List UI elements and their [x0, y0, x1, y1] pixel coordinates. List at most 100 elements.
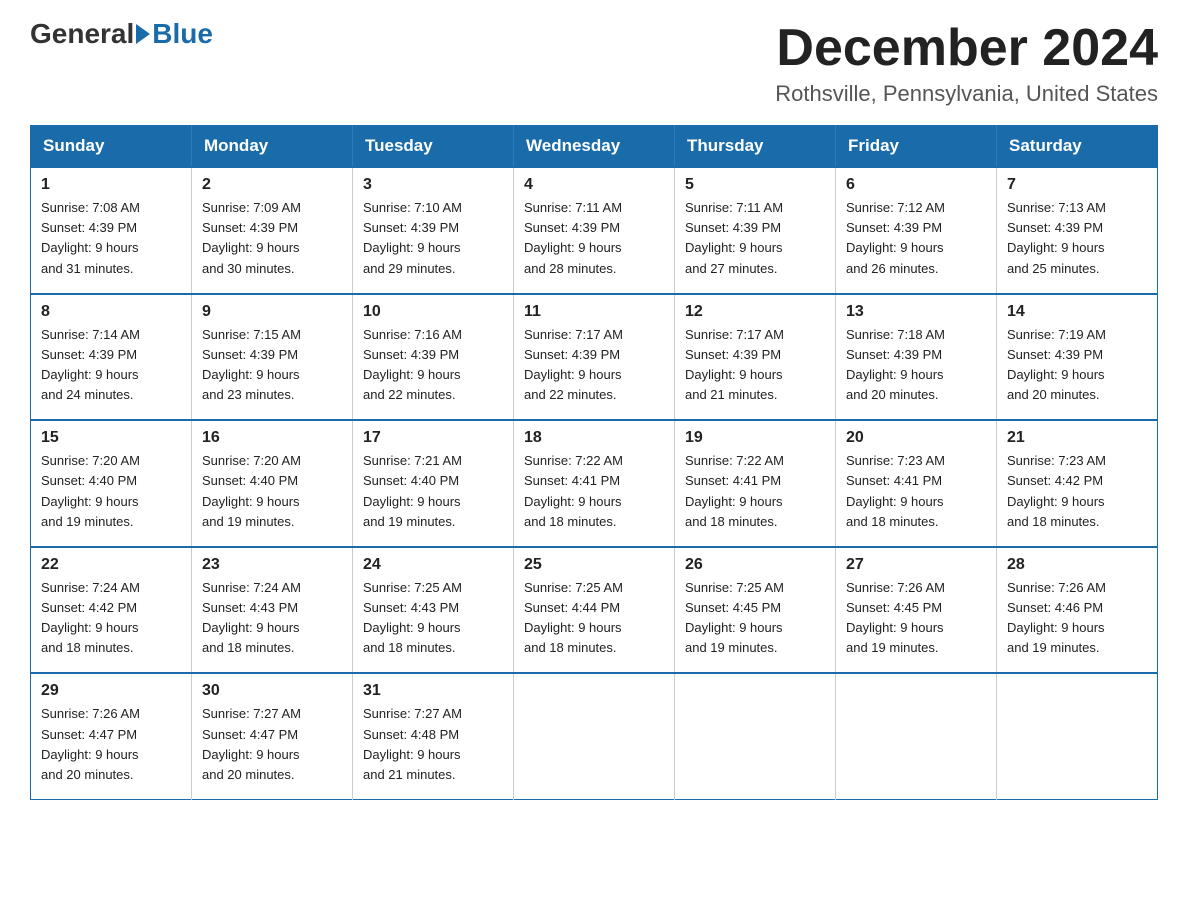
day-number: 20 — [846, 429, 986, 447]
calendar-day-cell: 4 Sunrise: 7:11 AMSunset: 4:39 PMDayligh… — [514, 167, 675, 294]
day-number: 19 — [685, 429, 825, 447]
calendar-week-row: 8 Sunrise: 7:14 AMSunset: 4:39 PMDayligh… — [31, 294, 1158, 421]
day-number: 21 — [1007, 429, 1147, 447]
day-number: 31 — [363, 682, 503, 700]
day-info: Sunrise: 7:25 AMSunset: 4:44 PMDaylight:… — [524, 578, 664, 659]
calendar-day-cell: 26 Sunrise: 7:25 AMSunset: 4:45 PMDaylig… — [675, 547, 836, 674]
day-info: Sunrise: 7:11 AMSunset: 4:39 PMDaylight:… — [685, 198, 825, 279]
day-info: Sunrise: 7:13 AMSunset: 4:39 PMDaylight:… — [1007, 198, 1147, 279]
calendar-day-cell: 28 Sunrise: 7:26 AMSunset: 4:46 PMDaylig… — [997, 547, 1158, 674]
day-info: Sunrise: 7:27 AMSunset: 4:47 PMDaylight:… — [202, 704, 342, 785]
day-number: 18 — [524, 429, 664, 447]
day-number: 22 — [41, 556, 181, 574]
day-number: 1 — [41, 176, 181, 194]
calendar-day-cell: 30 Sunrise: 7:27 AMSunset: 4:47 PMDaylig… — [192, 673, 353, 799]
logo-blue-text: Blue — [152, 20, 213, 48]
day-number: 14 — [1007, 303, 1147, 321]
calendar-day-cell: 3 Sunrise: 7:10 AMSunset: 4:39 PMDayligh… — [353, 167, 514, 294]
calendar-day-cell: 11 Sunrise: 7:17 AMSunset: 4:39 PMDaylig… — [514, 294, 675, 421]
day-number: 27 — [846, 556, 986, 574]
day-info: Sunrise: 7:08 AMSunset: 4:39 PMDaylight:… — [41, 198, 181, 279]
day-info: Sunrise: 7:24 AMSunset: 4:42 PMDaylight:… — [41, 578, 181, 659]
day-info: Sunrise: 7:12 AMSunset: 4:39 PMDaylight:… — [846, 198, 986, 279]
day-number: 7 — [1007, 176, 1147, 194]
calendar-day-cell: 31 Sunrise: 7:27 AMSunset: 4:48 PMDaylig… — [353, 673, 514, 799]
calendar-day-cell: 27 Sunrise: 7:26 AMSunset: 4:45 PMDaylig… — [836, 547, 997, 674]
day-number: 24 — [363, 556, 503, 574]
day-info: Sunrise: 7:22 AMSunset: 4:41 PMDaylight:… — [685, 451, 825, 532]
day-info: Sunrise: 7:22 AMSunset: 4:41 PMDaylight:… — [524, 451, 664, 532]
day-number: 3 — [363, 176, 503, 194]
calendar-week-row: 22 Sunrise: 7:24 AMSunset: 4:42 PMDaylig… — [31, 547, 1158, 674]
calendar-week-row: 29 Sunrise: 7:26 AMSunset: 4:47 PMDaylig… — [31, 673, 1158, 799]
calendar-day-cell: 13 Sunrise: 7:18 AMSunset: 4:39 PMDaylig… — [836, 294, 997, 421]
day-number: 10 — [363, 303, 503, 321]
logo-general-text: General — [30, 20, 134, 48]
calendar-day-cell: 14 Sunrise: 7:19 AMSunset: 4:39 PMDaylig… — [997, 294, 1158, 421]
day-number: 9 — [202, 303, 342, 321]
weekday-header-thursday: Thursday — [675, 126, 836, 168]
calendar-day-cell: 7 Sunrise: 7:13 AMSunset: 4:39 PMDayligh… — [997, 167, 1158, 294]
logo-arrow-icon — [136, 24, 150, 44]
page-header: General Blue December 2024 Rothsville, P… — [30, 20, 1158, 107]
day-number: 8 — [41, 303, 181, 321]
day-number: 6 — [846, 176, 986, 194]
calendar-week-row: 15 Sunrise: 7:20 AMSunset: 4:40 PMDaylig… — [31, 420, 1158, 547]
calendar-day-cell — [836, 673, 997, 799]
calendar-day-cell: 22 Sunrise: 7:24 AMSunset: 4:42 PMDaylig… — [31, 547, 192, 674]
day-number: 25 — [524, 556, 664, 574]
day-number: 4 — [524, 176, 664, 194]
calendar-day-cell: 10 Sunrise: 7:16 AMSunset: 4:39 PMDaylig… — [353, 294, 514, 421]
weekday-header-saturday: Saturday — [997, 126, 1158, 168]
calendar-day-cell: 19 Sunrise: 7:22 AMSunset: 4:41 PMDaylig… — [675, 420, 836, 547]
day-info: Sunrise: 7:23 AMSunset: 4:41 PMDaylight:… — [846, 451, 986, 532]
weekday-header-wednesday: Wednesday — [514, 126, 675, 168]
day-number: 5 — [685, 176, 825, 194]
day-info: Sunrise: 7:15 AMSunset: 4:39 PMDaylight:… — [202, 325, 342, 406]
day-number: 26 — [685, 556, 825, 574]
day-info: Sunrise: 7:19 AMSunset: 4:39 PMDaylight:… — [1007, 325, 1147, 406]
calendar-day-cell — [675, 673, 836, 799]
day-info: Sunrise: 7:26 AMSunset: 4:47 PMDaylight:… — [41, 704, 181, 785]
day-info: Sunrise: 7:20 AMSunset: 4:40 PMDaylight:… — [41, 451, 181, 532]
calendar-week-row: 1 Sunrise: 7:08 AMSunset: 4:39 PMDayligh… — [31, 167, 1158, 294]
logo: General Blue — [30, 20, 213, 48]
location-title: Rothsville, Pennsylvania, United States — [775, 81, 1158, 107]
day-info: Sunrise: 7:10 AMSunset: 4:39 PMDaylight:… — [363, 198, 503, 279]
calendar-day-cell: 17 Sunrise: 7:21 AMSunset: 4:40 PMDaylig… — [353, 420, 514, 547]
calendar-day-cell: 2 Sunrise: 7:09 AMSunset: 4:39 PMDayligh… — [192, 167, 353, 294]
day-number: 13 — [846, 303, 986, 321]
calendar-day-cell: 18 Sunrise: 7:22 AMSunset: 4:41 PMDaylig… — [514, 420, 675, 547]
day-info: Sunrise: 7:26 AMSunset: 4:45 PMDaylight:… — [846, 578, 986, 659]
day-number: 15 — [41, 429, 181, 447]
day-info: Sunrise: 7:17 AMSunset: 4:39 PMDaylight:… — [685, 325, 825, 406]
day-number: 29 — [41, 682, 181, 700]
calendar-day-cell: 24 Sunrise: 7:25 AMSunset: 4:43 PMDaylig… — [353, 547, 514, 674]
calendar-day-cell: 6 Sunrise: 7:12 AMSunset: 4:39 PMDayligh… — [836, 167, 997, 294]
calendar-day-cell: 23 Sunrise: 7:24 AMSunset: 4:43 PMDaylig… — [192, 547, 353, 674]
day-info: Sunrise: 7:26 AMSunset: 4:46 PMDaylight:… — [1007, 578, 1147, 659]
day-info: Sunrise: 7:17 AMSunset: 4:39 PMDaylight:… — [524, 325, 664, 406]
title-area: December 2024 Rothsville, Pennsylvania, … — [775, 20, 1158, 107]
calendar-day-cell: 12 Sunrise: 7:17 AMSunset: 4:39 PMDaylig… — [675, 294, 836, 421]
day-info: Sunrise: 7:14 AMSunset: 4:39 PMDaylight:… — [41, 325, 181, 406]
calendar-table: SundayMondayTuesdayWednesdayThursdayFrid… — [30, 125, 1158, 800]
day-info: Sunrise: 7:24 AMSunset: 4:43 PMDaylight:… — [202, 578, 342, 659]
day-info: Sunrise: 7:25 AMSunset: 4:43 PMDaylight:… — [363, 578, 503, 659]
day-info: Sunrise: 7:09 AMSunset: 4:39 PMDaylight:… — [202, 198, 342, 279]
calendar-day-cell: 21 Sunrise: 7:23 AMSunset: 4:42 PMDaylig… — [997, 420, 1158, 547]
day-info: Sunrise: 7:23 AMSunset: 4:42 PMDaylight:… — [1007, 451, 1147, 532]
weekday-header-tuesday: Tuesday — [353, 126, 514, 168]
day-info: Sunrise: 7:20 AMSunset: 4:40 PMDaylight:… — [202, 451, 342, 532]
weekday-header-sunday: Sunday — [31, 126, 192, 168]
day-info: Sunrise: 7:16 AMSunset: 4:39 PMDaylight:… — [363, 325, 503, 406]
calendar-day-cell — [514, 673, 675, 799]
day-info: Sunrise: 7:21 AMSunset: 4:40 PMDaylight:… — [363, 451, 503, 532]
calendar-day-cell: 8 Sunrise: 7:14 AMSunset: 4:39 PMDayligh… — [31, 294, 192, 421]
day-number: 2 — [202, 176, 342, 194]
day-number: 17 — [363, 429, 503, 447]
day-number: 30 — [202, 682, 342, 700]
calendar-day-cell — [997, 673, 1158, 799]
day-number: 23 — [202, 556, 342, 574]
day-number: 28 — [1007, 556, 1147, 574]
